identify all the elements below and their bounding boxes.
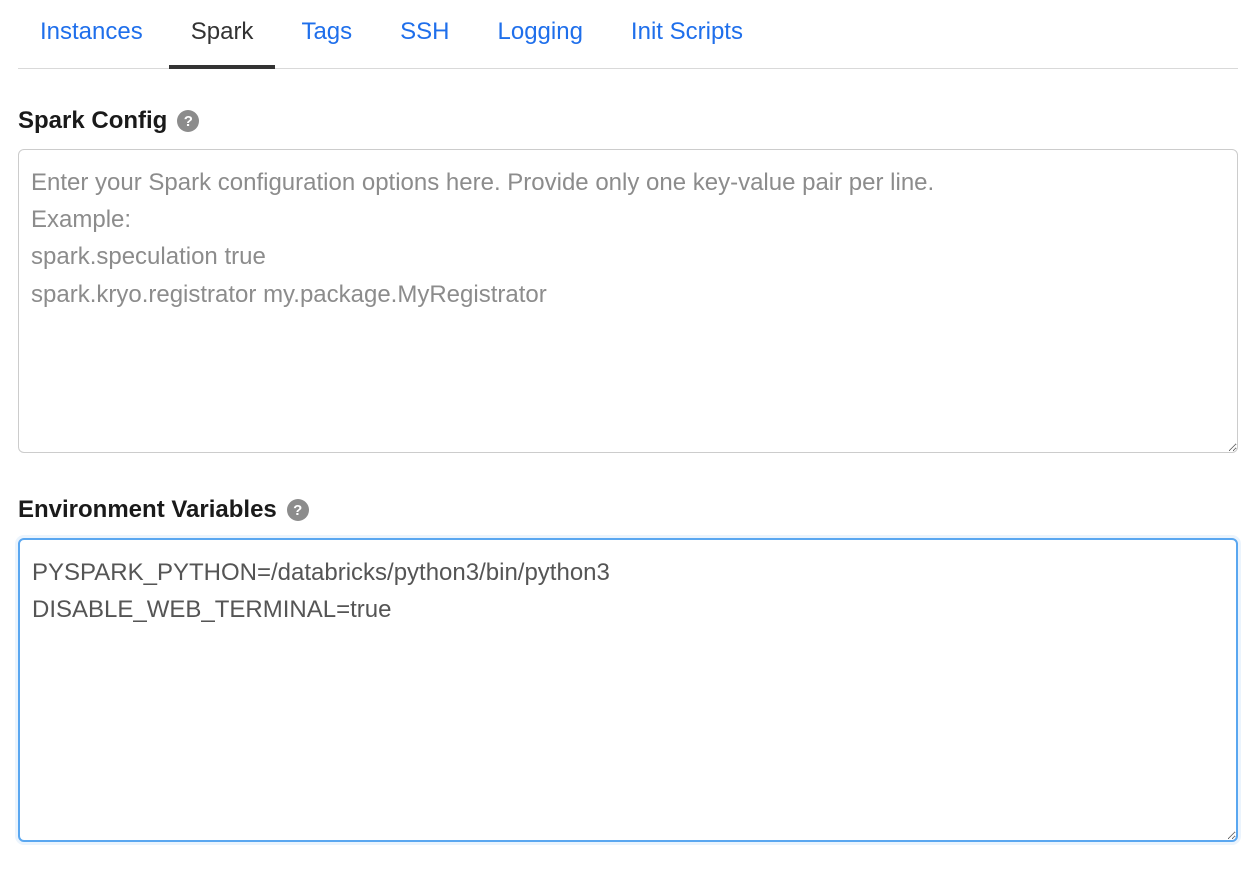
env-vars-label: Environment Variables [18, 496, 277, 524]
tab-tags[interactable]: Tags [301, 18, 352, 68]
tab-ssh[interactable]: SSH [400, 18, 449, 68]
tabs-container: Instances Spark Tags SSH Logging Init Sc… [18, 0, 1238, 69]
env-vars-section: Environment Variables ? [18, 496, 1238, 847]
spark-config-section: Spark Config ? [18, 107, 1238, 458]
help-icon[interactable]: ? [287, 499, 309, 521]
env-vars-textarea[interactable] [18, 538, 1238, 842]
spark-config-textarea[interactable] [18, 149, 1238, 453]
tab-logging[interactable]: Logging [498, 18, 583, 68]
tab-instances[interactable]: Instances [40, 18, 143, 68]
spark-config-label: Spark Config [18, 107, 167, 135]
tab-init-scripts[interactable]: Init Scripts [631, 18, 743, 68]
env-vars-label-row: Environment Variables ? [18, 496, 1238, 524]
help-icon[interactable]: ? [177, 110, 199, 132]
tab-spark[interactable]: Spark [191, 18, 254, 68]
spark-config-label-row: Spark Config ? [18, 107, 1238, 135]
